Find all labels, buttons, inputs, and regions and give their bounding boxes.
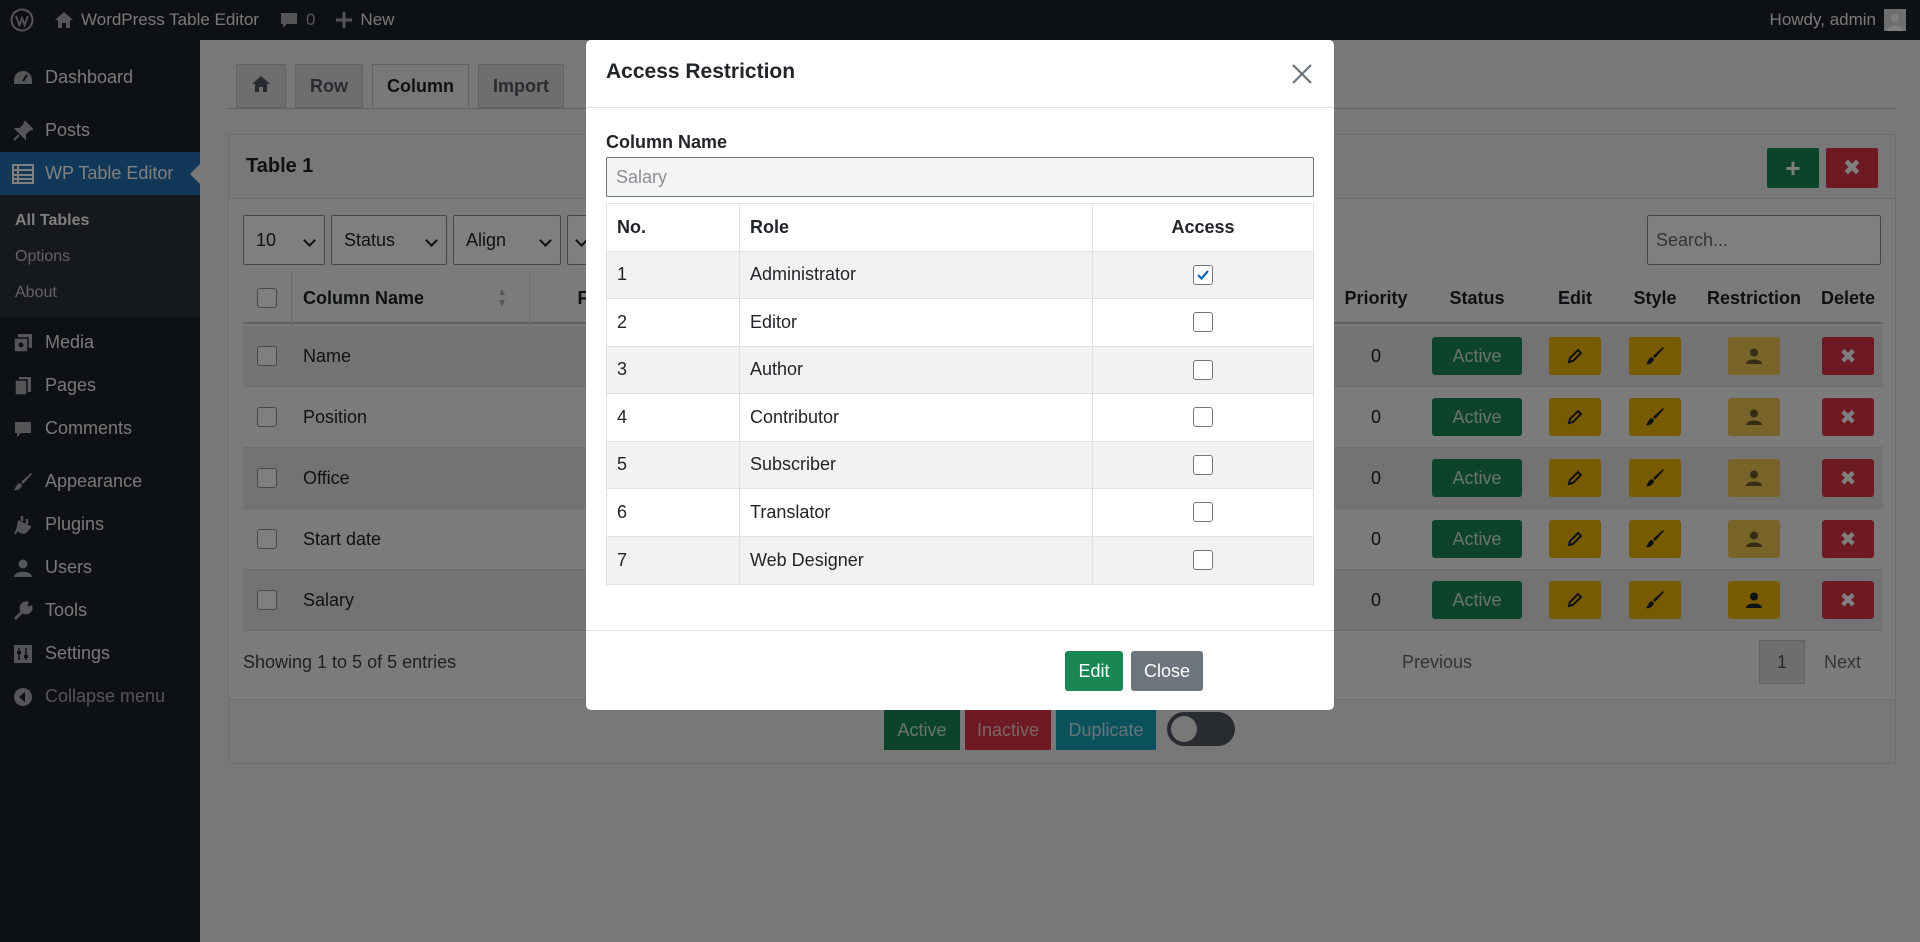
role-number: 3 (607, 346, 740, 393)
role-access-checkbox[interactable] (1193, 407, 1213, 428)
th-no: No. (607, 204, 740, 251)
close-button[interactable]: Close (1131, 651, 1203, 691)
role-name: Administrator (740, 251, 1093, 298)
role-access-checkbox[interactable] (1193, 550, 1213, 571)
role-number: 1 (607, 251, 740, 298)
role-row: 4 Contributor (607, 394, 1313, 442)
modal-footer: Edit Close (586, 630, 1334, 710)
role-number: 7 (607, 536, 740, 584)
role-row: 7 Web Designer (607, 536, 1313, 585)
role-access-cell (1093, 252, 1313, 299)
role-row: 6 Translator (607, 489, 1313, 537)
role-row: 1 Administrator (607, 251, 1313, 299)
role-access-checkbox[interactable] (1193, 312, 1213, 333)
role-row: 5 Subscriber (607, 441, 1313, 489)
role-access-cell (1093, 299, 1313, 346)
th-access: Access (1171, 216, 1235, 237)
role-number: 5 (607, 441, 740, 488)
th-role: Role (740, 204, 1093, 251)
role-name: Translator (740, 489, 1093, 536)
close-x-icon (1292, 64, 1312, 84)
role-access-checkbox[interactable] (1193, 264, 1213, 285)
role-name: Author (740, 346, 1093, 393)
role-access-checkbox[interactable] (1193, 359, 1213, 380)
role-name: Web Designer (740, 536, 1093, 584)
role-access-checkbox[interactable] (1193, 454, 1213, 475)
role-number: 4 (607, 394, 740, 441)
role-access-checkbox[interactable] (1193, 502, 1213, 523)
modal-close-button[interactable] (1288, 60, 1316, 88)
role-number: 2 (607, 299, 740, 346)
role-access-table: No. Role Access 1 Administrator 2 Editor 3 Au… (606, 203, 1314, 585)
edit-button[interactable]: Edit (1065, 651, 1123, 691)
role-access-cell (1093, 537, 1313, 585)
checkmark-icon (1197, 270, 1209, 280)
modal-header: Access Restriction (586, 40, 1334, 108)
role-table-header: No. Role Access (607, 204, 1313, 252)
column-name-input[interactable]: Salary (606, 157, 1314, 197)
access-restriction-modal: Access Restriction Column Name Salary No… (586, 40, 1334, 710)
column-name-label: Column Name (606, 132, 728, 152)
role-access-cell (1093, 442, 1313, 489)
role-access-cell (1093, 347, 1313, 394)
role-name: Editor (740, 299, 1093, 346)
role-name: Subscriber (740, 441, 1093, 488)
role-number: 6 (607, 489, 740, 536)
role-table-body: 1 Administrator 2 Editor 3 Author 4 Contributor… (607, 251, 1313, 585)
role-name: Contributor (740, 394, 1093, 441)
role-access-cell (1093, 489, 1313, 536)
modal-title: Access Restriction (606, 60, 796, 83)
role-access-cell (1093, 394, 1313, 441)
role-row: 3 Author (607, 346, 1313, 394)
role-row: 2 Editor (607, 299, 1313, 347)
